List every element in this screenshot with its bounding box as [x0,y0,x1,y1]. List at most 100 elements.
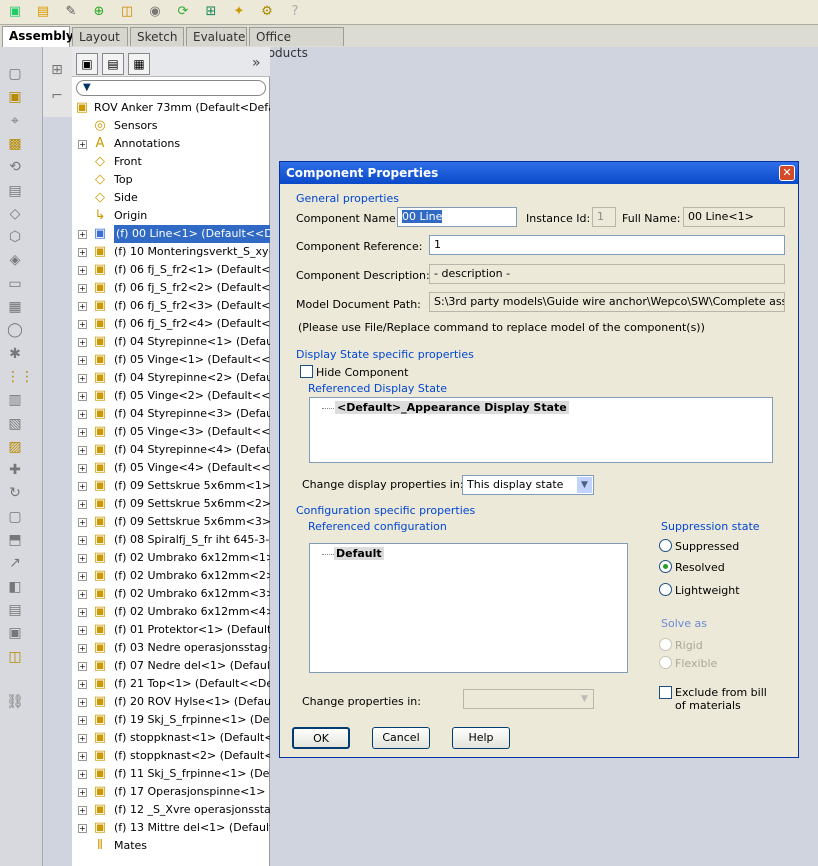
command-17-icon[interactable]: ▨ [6,438,24,456]
change-display-select[interactable]: This display state ▼ [462,475,594,495]
help-button[interactable]: Help [452,727,510,749]
tree-item[interactable]: + ▣ (f) 08 Spiralfj_S_fr iht 645-3-999 [72,531,270,549]
tree-filter-input[interactable]: ▼ [76,80,266,96]
display-state-item[interactable]: <Default>_Appearance Display State [335,401,569,414]
command-13-icon[interactable]: ✱ [6,345,24,363]
assembly-tools-icon[interactable]: ⊕ [90,3,108,21]
rebuild-icon[interactable]: ⟳ [174,3,192,21]
command-16-icon[interactable]: ▧ [6,415,24,433]
tree-item[interactable]: + ▣ (f) 02 Umbrako 6x12mm<2> (De [72,567,270,585]
tree-item[interactable]: ◇ Side [72,189,270,207]
expand-icon[interactable]: + [78,266,87,275]
tree-item[interactable]: + A Annotations [72,135,270,153]
command-23-icon[interactable]: ◧ [6,578,24,596]
expand-icon[interactable]: + [78,716,87,725]
mate-icon[interactable]: ⊞ [202,3,220,21]
rigid-radio[interactable] [659,638,672,651]
command-20-icon[interactable]: ▢ [6,508,24,526]
expand-icon[interactable]: + [78,788,87,797]
expand-icon[interactable]: + [78,428,87,437]
suppressed-radio[interactable] [659,539,672,552]
expand-icon[interactable]: + [78,410,87,419]
expand-icon[interactable]: + [78,770,87,779]
command-5-icon[interactable]: ⟲ [6,158,24,176]
component-reference-input[interactable]: 1 [429,235,785,255]
command-26-icon[interactable]: ◫ [6,648,24,666]
attach-icon[interactable]: ✎ [62,3,80,21]
command-7-icon[interactable]: ◇ [6,205,24,223]
step-icon[interactable]: ⌐ [48,87,66,105]
expand-icon[interactable]: + [78,500,87,509]
resolved-radio[interactable] [659,560,672,573]
command-15-icon[interactable]: ▥ [6,391,24,409]
expand-icon[interactable]: + [78,338,87,347]
expand-icon[interactable]: + [78,590,87,599]
expand-icon[interactable]: + [78,752,87,761]
expand-icon[interactable]: + [78,824,87,833]
expand-icon[interactable]: + [78,644,87,653]
command-3-icon[interactable]: ⌖ [6,112,24,130]
command-22-icon[interactable]: ↗ [6,554,24,572]
expand-icon[interactable]: + [78,608,87,617]
command-19-icon[interactable]: ↻ [6,484,24,502]
expand-icon[interactable]: + [78,284,87,293]
command-4-icon[interactable]: ▩ [6,135,24,153]
tree-item[interactable]: + ▣ (f) 09 Settskrue 5x6mm<1> (De [72,477,270,495]
close-icon[interactable]: ✕ [779,165,795,181]
tree-item[interactable]: + ▣ (f) 11 Skj_S_frpinne<1> (Defau [72,765,270,783]
display-state-list[interactable]: <Default>_Appearance Display State [309,397,773,463]
tree-item[interactable]: + ▣ (f) 03 Nedre operasjonsstag<1> [72,639,270,657]
expand-icon[interactable]: + [78,356,87,365]
component-icon[interactable]: ◫ [118,3,136,21]
expand-icon[interactable]: + [78,446,87,455]
expand-icon[interactable]: + [78,302,87,311]
expand-icon[interactable]: + [78,140,87,149]
tree-item[interactable]: + ▣ (f) 06 fj_S_fr2<3> (Default<<D [72,297,270,315]
view-icon[interactable]: ◉ [146,3,164,21]
configuration-list[interactable]: Default [309,543,628,673]
expand-panel-icon[interactable]: » [252,55,261,71]
command-25-icon[interactable]: ▣ [6,624,24,642]
expand-icon[interactable]: + [78,392,87,401]
feature-tree-tab[interactable]: ▣ [76,53,98,75]
command-9-icon[interactable]: ◈ [6,251,24,269]
command-12-icon[interactable]: ◯ [6,321,24,339]
tree-item[interactable]: + ▣ (f) 05 Vinge<1> (Default<<Def [72,351,270,369]
tree-item[interactable]: + ▣ (f) stoppknast<2> (Default<<Del [72,747,270,765]
new-icon[interactable]: ▣ [6,3,24,21]
tree-item[interactable]: + ▣ (f) 05 Vinge<3> (Default<<Def [72,423,270,441]
tree-item[interactable]: + ▣ (f) 01 Protektor<1> (Default<< [72,621,270,639]
tab-evaluate[interactable]: Evaluate [186,27,247,46]
tree-item[interactable]: + ▣ (f) 05 Vinge<4> (Default<<Def [72,459,270,477]
tree-item[interactable]: + ▣ (f) 10 Monteringsverkt_S_xy<1> [72,243,270,261]
tree-item[interactable]: + ▣ (f) 13 Mittre del<1> (Default<< [72,819,270,837]
ok-button[interactable]: OK [292,727,350,749]
help-icon[interactable]: ? [286,3,304,21]
tree-item[interactable]: + ▣ (f) 05 Vinge<2> (Default<<Def [72,387,270,405]
expand-icon[interactable]: + [78,626,87,635]
expand-icon[interactable]: + [78,320,87,329]
tree-item[interactable]: + ▣ (f) 21 Top<1> (Default<<Default [72,675,270,693]
command-6-icon[interactable]: ▤ [6,182,24,200]
tree-item[interactable]: ◎ Sensors [72,117,270,135]
component-name-input[interactable]: 00 Line [397,207,517,227]
tree-item[interactable]: + ▣ (f) 06 fj_S_fr2<1> (Default<<D [72,261,270,279]
tree-item[interactable]: + ▣ (f) 09 Settskrue 5x6mm<2> (De [72,495,270,513]
expand-icon[interactable]: + [78,536,87,545]
hide-component-checkbox[interactable] [300,365,313,378]
tab-office-products[interactable]: Office Products [249,27,344,60]
tree-item[interactable]: + ▣ (f) 17 Operasjonspinne<1> (Del [72,783,270,801]
tree-item[interactable]: + ▣ (f) 04 Styrepinne<3> (Default< [72,405,270,423]
command-21-icon[interactable]: ⬒ [6,531,24,549]
command-8-icon[interactable]: ⬡ [6,228,24,246]
expand-icon[interactable]: + [78,662,87,671]
tree-item[interactable]: + ▣ (f) 02 Umbrako 6x12mm<1> (De [72,549,270,567]
tree-root[interactable]: ▣ ROV Anker 73mm (Default<Default_ [72,99,270,117]
property-manager-tab[interactable]: ▤ [102,53,124,75]
tree-item[interactable]: + ▣ (f) 20 ROV Hylse<1> (Default< [72,693,270,711]
expand-icon[interactable]: + [78,680,87,689]
tab-sketch[interactable]: Sketch [130,27,184,46]
expand-icon[interactable]: + [78,572,87,581]
tree-item[interactable]: + ▣ (f) 06 fj_S_fr2<4> (Default<<D [72,315,270,333]
command-11-icon[interactable]: ▦ [6,298,24,316]
